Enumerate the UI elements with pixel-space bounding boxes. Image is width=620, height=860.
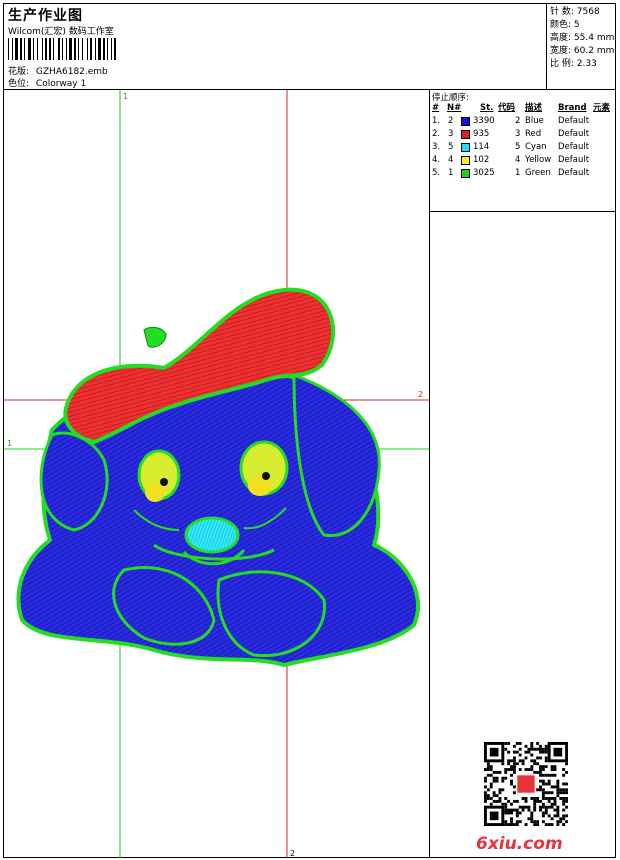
colorway-label: 色位:: [8, 79, 30, 89]
guide-label-v2: 2: [290, 849, 295, 858]
qr-code: [484, 742, 568, 826]
stop-table-row: 3. 5 114 5 Cyan Default: [430, 141, 616, 154]
cell-desc: Green: [525, 168, 551, 178]
cell-desc: Yellow: [525, 155, 552, 165]
stats-panel: 针 数: 7568 颜色: 5 高度: 55.4 mm 宽度: 60.2 mm …: [547, 4, 616, 90]
production-sheet: 生产作业图 Wilcom(汇宏) 数码工作室 花版: GZHA6182.emb …: [3, 3, 616, 858]
left-eye: [137, 449, 181, 502]
cell-desc: Cyan: [525, 142, 547, 152]
cell-brand: Default: [558, 142, 590, 152]
cell-idx: 5.: [432, 168, 441, 178]
design-canvas: 1 1 2 2: [4, 90, 430, 858]
color-swatch: [461, 117, 470, 126]
guide-label-v1: 1: [123, 92, 128, 101]
cell-idx: 4.: [432, 155, 441, 165]
cell-n: 4: [448, 155, 454, 165]
cell-n: 3: [448, 129, 454, 139]
cell-stop: 1: [515, 168, 521, 178]
stop-table-row: 2. 3 935 3 Red Default: [430, 128, 616, 141]
stop-table-row: 5. 1 3025 1 Green Default: [430, 167, 616, 180]
sheet-title: 生产作业图: [8, 8, 83, 24]
stop-table-header: # N# St. 代码 描述 Brand 元素: [432, 103, 611, 113]
color-swatch: [461, 169, 470, 178]
cell-n: 5: [448, 142, 454, 152]
colorway-line: 色位: Colorway 1: [8, 76, 86, 89]
hat-stem: [143, 326, 167, 348]
studio-subtitle: Wilcom(汇宏) 数码工作室: [8, 27, 114, 37]
stat-scale: 比 例: 2.33: [550, 59, 597, 69]
cell-stop: 5: [515, 142, 521, 152]
right-eye: [239, 440, 289, 496]
cell-desc: Blue: [525, 116, 544, 126]
cell-idx: 3.: [432, 142, 441, 152]
colorway-value: Colorway 1: [35, 79, 87, 89]
stop-table-row: 4. 4 102 4 Yellow Default: [430, 154, 616, 167]
stat-colors: 颜色: 5: [550, 20, 580, 30]
color-swatch: [461, 156, 470, 165]
cell-code: 102: [473, 155, 490, 165]
cell-code: 114: [473, 142, 490, 152]
cell-brand: Default: [558, 129, 590, 139]
color-swatch: [461, 130, 470, 139]
embroidery-preview: 1 1 2 2: [4, 90, 429, 858]
cell-code: 935: [473, 129, 490, 139]
cell-stop: 4: [515, 155, 521, 165]
stat-height: 高度: 55.4 mm: [550, 33, 615, 43]
cell-n: 2: [448, 116, 454, 126]
cell-idx: 1.: [432, 116, 441, 126]
cell-stop: 3: [515, 129, 521, 139]
nose: [184, 516, 240, 554]
guide-label-h2: 2: [418, 390, 423, 399]
color-swatch: [461, 143, 470, 152]
cell-brand: Default: [558, 155, 590, 165]
stop-table-row: 1. 2 3390 2 Blue Default: [430, 115, 616, 128]
cell-idx: 2.: [432, 129, 441, 139]
cell-desc: Red: [525, 129, 542, 139]
cell-code: 3390: [473, 116, 495, 126]
cell-n: 1: [448, 168, 454, 178]
guide-label-h1: 1: [7, 439, 12, 448]
stat-width: 宽度: 60.2 mm: [550, 46, 615, 56]
cell-brand: Default: [558, 116, 590, 126]
header-panel: 生产作业图 Wilcom(汇宏) 数码工作室 花版: GZHA6182.emb …: [4, 4, 547, 90]
stat-stitches: 针 数: 7568: [550, 7, 600, 17]
stop-sequence-table: 停止顺序: # N# St. 代码 描述 Brand 元素 1. 2 3390 2 Bl…: [430, 90, 616, 212]
cell-brand: Default: [558, 168, 590, 178]
cell-stop: 2: [515, 116, 521, 126]
watermark-logo: 6xiu.com: [476, 834, 563, 854]
cell-code: 3025: [473, 168, 495, 178]
barcode: [8, 38, 116, 60]
